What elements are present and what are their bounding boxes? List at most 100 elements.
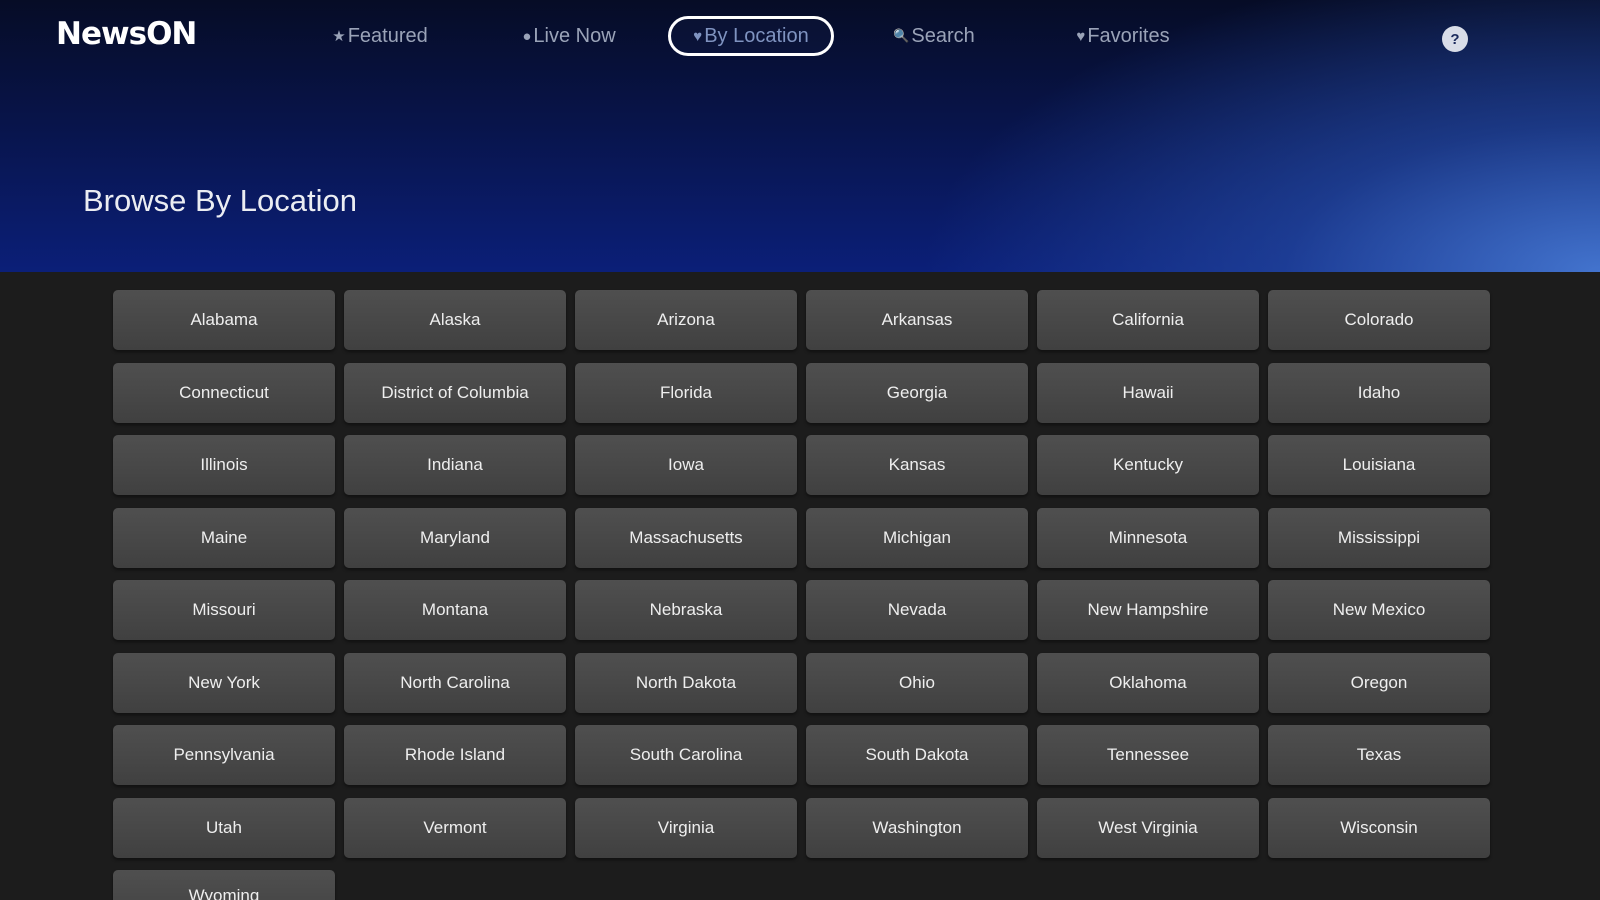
location-button[interactable]: Pennsylvania — [113, 725, 335, 785]
location-label: Virginia — [657, 817, 715, 837]
location-button[interactable]: Kansas — [806, 435, 1028, 495]
location-label: New Hampshire — [1087, 600, 1209, 619]
location-button[interactable]: Tennessee — [1037, 725, 1259, 785]
location-button[interactable]: Kentucky — [1037, 435, 1259, 495]
app-root: NewssON ★ Featured ● Live Now ♥ By Locat… — [0, 0, 1600, 900]
location-label: Michigan — [882, 527, 952, 547]
location-button[interactable]: Oregon — [1268, 652, 1490, 713]
location-button[interactable]: Arizona — [575, 290, 797, 350]
location-button[interactable]: Alaska — [344, 290, 566, 350]
location-label: New Mexico — [1332, 600, 1426, 619]
location-button[interactable]: Missouri — [113, 580, 335, 640]
location-button[interactable]: Iowa — [575, 435, 797, 495]
location-label: Kentucky — [1113, 455, 1183, 474]
location-button[interactable]: Maryland — [344, 507, 566, 568]
location-button[interactable]: North Dakota — [575, 652, 797, 713]
location-label: Hawaii — [1122, 382, 1174, 402]
location-label: Utah — [206, 817, 242, 837]
location-button[interactable]: Oklahoma — [1037, 652, 1259, 713]
location-button[interactable]: West Virginia — [1037, 797, 1259, 858]
top-navigation: ★ Featured ● Live Now ♥ By Location 🔍 Se… — [0, 16, 1600, 58]
location-label: South Dakota — [865, 745, 969, 764]
location-label: District of Columbia — [381, 382, 529, 402]
location-label: Louisiana — [1342, 455, 1416, 474]
location-label: Arizona — [657, 310, 715, 329]
location-label: Nevada — [887, 600, 947, 619]
location-button[interactable]: Montana — [344, 580, 566, 640]
location-grid: Alabama Alaska Arizona Arkansas California Co… — [113, 290, 1491, 900]
location-label: Idaho — [1357, 382, 1401, 402]
location-button[interactable]: California — [1037, 290, 1259, 350]
location-label: West Virginia — [1098, 817, 1198, 837]
help-button[interactable]: ? — [1442, 26, 1468, 52]
nav-live-now-label: Live Now — [533, 24, 616, 47]
location-button[interactable]: New Hampshire — [1037, 580, 1259, 640]
location-button[interactable]: Ohio — [806, 652, 1028, 713]
location-label: North Carolina — [400, 672, 510, 692]
location-label: Nebraska — [649, 600, 723, 619]
location-button[interactable]: South Dakota — [806, 725, 1028, 785]
location-button[interactable]: Louisiana — [1268, 435, 1490, 495]
location-button[interactable]: Nebraska — [575, 580, 797, 640]
location-label: Massachusetts — [629, 527, 743, 547]
location-button[interactable]: Massachusetts — [575, 507, 797, 568]
location-button[interactable]: Idaho — [1268, 362, 1490, 423]
header-banner: NewssON ★ Featured ● Live Now ♥ By Locat… — [0, 0, 1600, 272]
location-label: Illinois — [200, 455, 248, 474]
location-label: South Carolina — [629, 745, 743, 764]
location-label: Wisconsin — [1340, 817, 1418, 837]
nav-search[interactable]: 🔍 Search — [886, 16, 982, 56]
location-button[interactable]: Nevada — [806, 580, 1028, 640]
location-label: California — [1112, 310, 1184, 329]
nav-favorites[interactable]: ♥ Favorites — [1068, 16, 1178, 56]
location-label: Oklahoma — [1109, 672, 1187, 692]
location-button[interactable]: Michigan — [806, 507, 1028, 568]
location-button[interactable]: Georgia — [806, 362, 1028, 423]
location-button[interactable]: Maine — [113, 507, 335, 568]
location-button[interactable]: Wisconsin — [1268, 797, 1490, 858]
help-icon: ? — [1450, 30, 1460, 48]
location-button[interactable]: Connecticut — [113, 362, 335, 423]
nav-by-location[interactable]: ♥ By Location — [668, 16, 834, 56]
location-button[interactable]: Wyoming — [113, 870, 335, 900]
location-button[interactable]: Colorado — [1268, 290, 1490, 350]
location-button[interactable]: Mississippi — [1268, 507, 1490, 568]
location-button[interactable]: Texas — [1268, 725, 1490, 785]
location-button[interactable]: Vermont — [344, 797, 566, 858]
location-button[interactable]: Virginia — [575, 797, 797, 858]
location-button[interactable]: Florida — [575, 362, 797, 423]
location-label: Texas — [1356, 745, 1402, 764]
location-button[interactable]: Minnesota — [1037, 507, 1259, 568]
location-label: Alaska — [429, 310, 481, 329]
location-label: Tennessee — [1106, 745, 1190, 764]
location-button[interactable]: Arkansas — [806, 290, 1028, 350]
location-button[interactable]: North Carolina — [344, 652, 566, 713]
location-button[interactable]: New York — [113, 652, 335, 713]
location-button[interactable]: District of Columbia — [344, 362, 566, 423]
nav-live-now[interactable]: ● Live Now — [512, 16, 626, 56]
location-label: Missouri — [192, 600, 256, 619]
nav-featured[interactable]: ★ Featured — [330, 16, 430, 56]
location-label: Washington — [872, 817, 962, 837]
location-label: North Dakota — [635, 672, 737, 692]
location-button[interactable]: Rhode Island — [344, 725, 566, 785]
nav-featured-label: Featured — [347, 24, 428, 47]
page-title: Browse By Location — [83, 183, 357, 218]
location-button[interactable]: South Carolina — [575, 725, 797, 785]
location-label: Arkansas — [881, 310, 953, 329]
location-button[interactable]: Illinois — [113, 435, 335, 495]
location-label: Montana — [421, 600, 489, 619]
location-button[interactable]: New Mexico — [1268, 580, 1490, 640]
location-button[interactable]: Hawaii — [1037, 362, 1259, 423]
location-button[interactable]: Indiana — [344, 435, 566, 495]
location-button[interactable]: Alabama — [113, 290, 335, 350]
location-label: Mississippi — [1337, 527, 1421, 547]
location-label: Iowa — [668, 455, 704, 474]
location-label: Rhode Island — [404, 745, 506, 764]
nav-favorites-label: Favorites — [1087, 24, 1170, 47]
location-label: Ohio — [899, 672, 935, 692]
location-label: Alabama — [190, 310, 258, 329]
location-pin-icon: ♥ — [693, 27, 703, 45]
location-button[interactable]: Washington — [806, 797, 1028, 858]
location-button[interactable]: Utah — [113, 797, 335, 858]
